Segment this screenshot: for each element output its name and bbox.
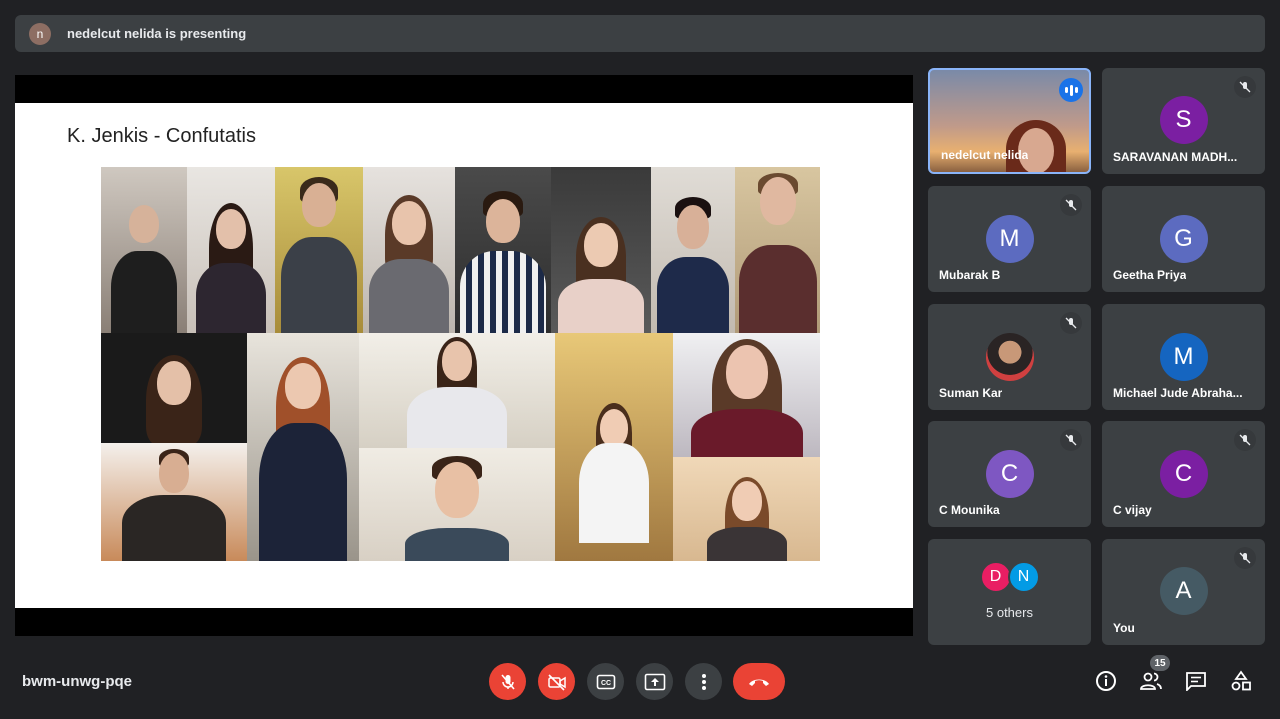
collage-cell: [551, 167, 651, 333]
participant-tile[interactable]: Suman Kar: [928, 304, 1091, 410]
captions-icon: CC: [596, 674, 615, 689]
collage-cell: [455, 167, 551, 333]
mic-off-icon: [1060, 312, 1082, 334]
meeting-code: bwm-unwg-pqe: [22, 673, 132, 690]
speaking-indicator-icon: [1059, 78, 1083, 102]
participant-name: SARAVANAN MADH...: [1113, 150, 1238, 164]
others-avatars: D N: [979, 561, 1040, 593]
slide: K. Jenkis - Confutatis: [15, 103, 913, 608]
chat-button[interactable]: [1184, 669, 1208, 693]
participant-avatar: C: [1159, 450, 1208, 498]
collage-cell: [187, 167, 275, 333]
captions-button[interactable]: CC: [587, 663, 624, 700]
shared-screen: K. Jenkis - Confutatis: [15, 75, 913, 636]
participant-name: You: [1113, 621, 1135, 635]
participant-name: Michael Jude Abraha...: [1113, 386, 1243, 400]
presenting-text: nedelcut nelida is presenting: [67, 26, 247, 41]
participant-tile[interactable]: C C Mounika: [928, 421, 1091, 527]
present-button[interactable]: [636, 663, 673, 700]
collage-cell: [651, 167, 735, 333]
participant-name: Geetha Priya: [1113, 268, 1187, 282]
present-icon: [644, 673, 665, 690]
participant-name: nedelcut nelida: [941, 148, 1029, 162]
participant-avatar: A: [1159, 567, 1208, 615]
collage-cell: [247, 333, 359, 561]
participant-name: C Mounika: [939, 503, 1000, 517]
video-collage-image: [101, 167, 820, 561]
collage-cell: [275, 167, 363, 333]
people-icon: [1140, 672, 1162, 690]
collage-cell: [101, 443, 247, 561]
other-avatar: N: [1007, 561, 1040, 593]
info-icon: [1096, 671, 1116, 691]
participant-avatar: G: [1159, 215, 1208, 263]
collage-cell: [101, 167, 187, 333]
participant-avatar: C: [985, 450, 1034, 498]
svg-text:CC: CC: [600, 680, 610, 687]
participant-tile[interactable]: G Geetha Priya: [1102, 186, 1265, 292]
others-label: 5 others: [986, 605, 1033, 620]
participant-name: Mubarak B: [939, 268, 1001, 282]
camera-toggle-button[interactable]: [538, 663, 575, 700]
more-icon: [701, 673, 706, 690]
leave-call-button[interactable]: [733, 663, 785, 700]
participant-photo: [985, 333, 1034, 381]
meeting-info-button[interactable]: [1094, 669, 1118, 693]
mic-toggle-button[interactable]: [489, 663, 526, 700]
hangup-icon: [749, 679, 769, 686]
mic-off-icon: [500, 673, 515, 690]
collage-cell: [735, 167, 820, 333]
collage-cell: [555, 333, 673, 561]
collage-cell: [363, 167, 455, 333]
participant-tile[interactable]: M Mubarak B: [928, 186, 1091, 292]
participant-avatar: M: [985, 215, 1034, 263]
collage-cell: [673, 333, 820, 457]
participant-tile-self[interactable]: A You: [1102, 539, 1265, 645]
participant-avatar: M: [1159, 333, 1208, 381]
slide-title: K. Jenkis - Confutatis: [67, 125, 256, 147]
mic-off-icon: [1234, 547, 1256, 569]
participant-tile[interactable]: M Michael Jude Abraha...: [1102, 304, 1265, 410]
camera-off-icon: [547, 673, 566, 691]
participant-avatar: S: [1159, 96, 1208, 144]
mic-off-icon: [1060, 429, 1082, 451]
mic-off-icon: [1060, 194, 1082, 216]
collage-cell: [673, 457, 820, 561]
activities-button[interactable]: [1229, 669, 1253, 693]
participant-name: Suman Kar: [939, 386, 1003, 400]
mic-off-icon: [1234, 76, 1256, 98]
participant-tile[interactable]: C C vijay: [1102, 421, 1265, 527]
collage-cell: [359, 448, 555, 561]
others-tile[interactable]: D N 5 others: [928, 539, 1091, 645]
chat-icon: [1186, 672, 1206, 691]
presenter-avatar: n: [29, 22, 51, 45]
participant-tile-presenter[interactable]: nedelcut nelida: [928, 68, 1091, 174]
participant-tile[interactable]: S SARAVANAN MADH...: [1102, 68, 1265, 174]
participant-name: C vijay: [1113, 503, 1152, 517]
presenting-banner: n nedelcut nelida is presenting: [15, 15, 1265, 52]
mic-off-icon: [1234, 429, 1256, 451]
people-button[interactable]: [1139, 669, 1163, 693]
more-options-button[interactable]: [685, 663, 722, 700]
collage-cell: [101, 333, 247, 443]
activities-icon: [1231, 670, 1251, 691]
participant-count-badge: 15: [1150, 655, 1170, 671]
collage-cell: [359, 333, 555, 448]
